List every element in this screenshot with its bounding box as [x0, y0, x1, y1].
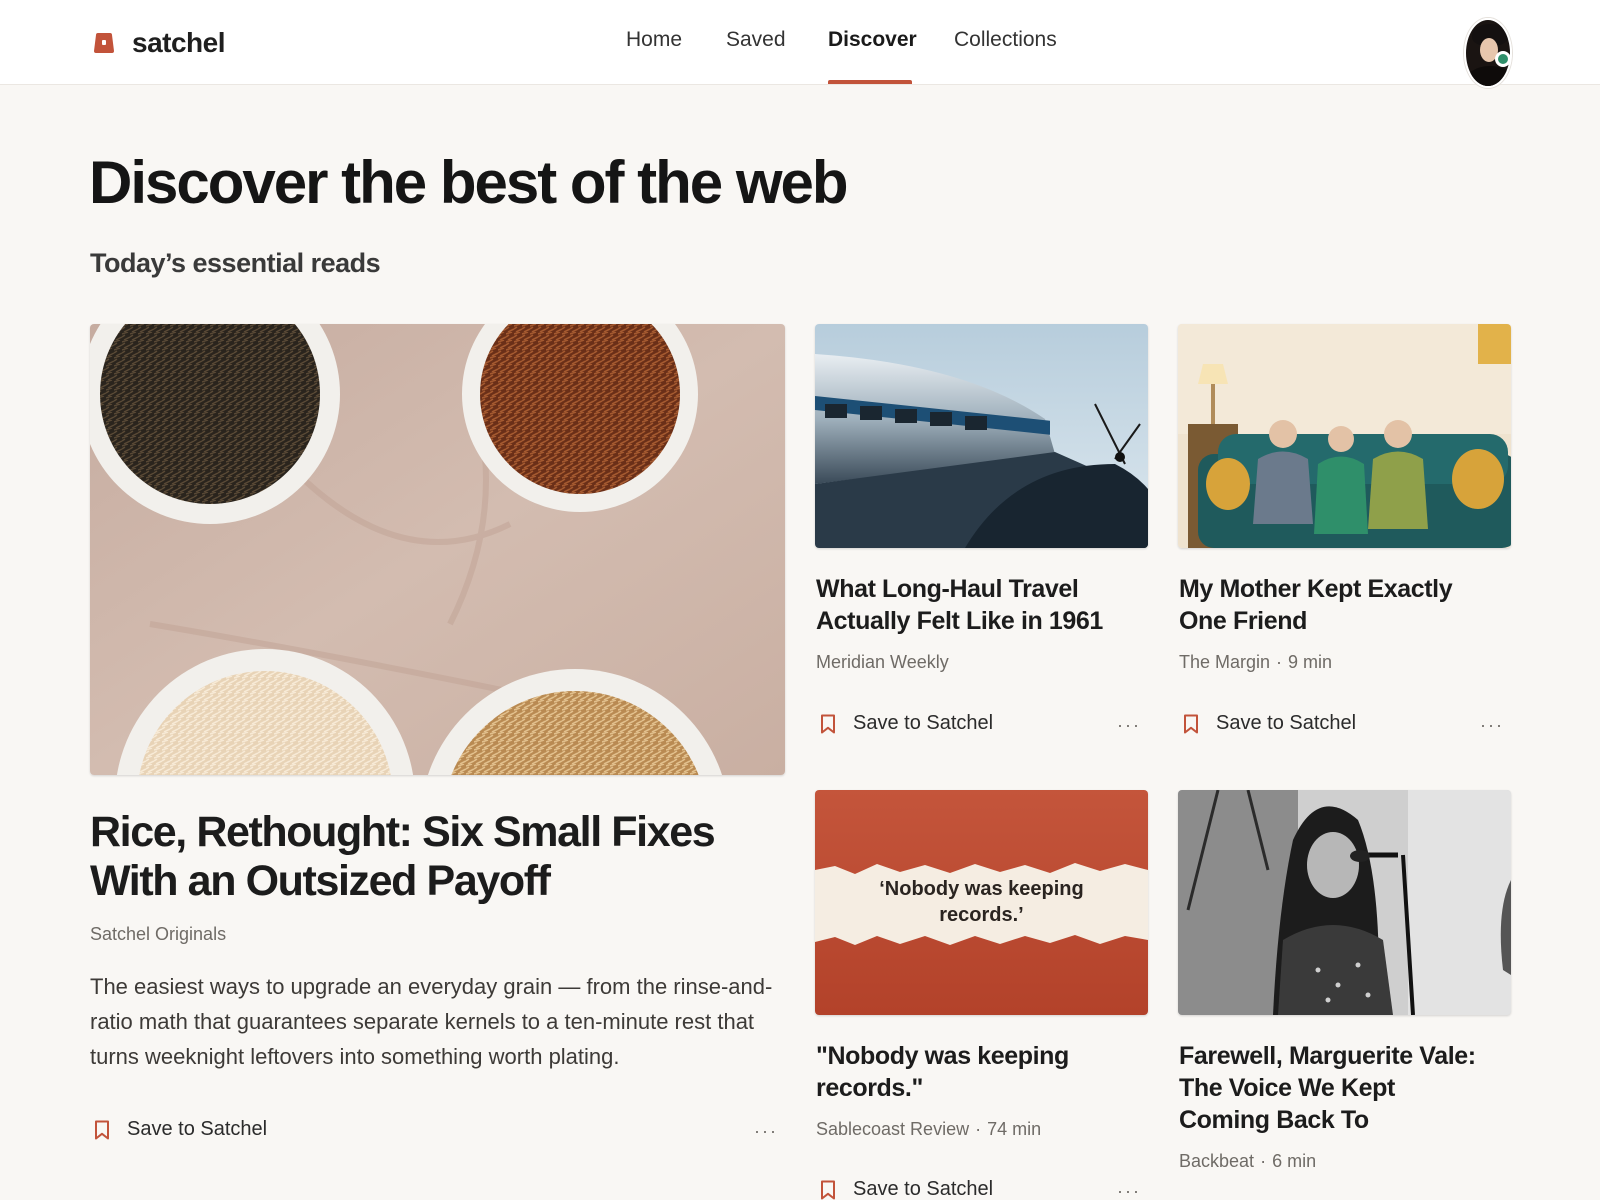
- more-options-button[interactable]: ···: [754, 1122, 778, 1140]
- section-title: Today’s essential reads: [90, 248, 381, 278]
- article-thumbnail[interactable]: [1178, 790, 1511, 1015]
- airplane-image: [815, 324, 1148, 548]
- page-title: Discover the best of the web: [89, 149, 849, 216]
- nav-item-saved[interactable]: Saved: [726, 28, 786, 52]
- featured-title[interactable]: Rice, Rethought: Six Small Fixes With an…: [90, 808, 770, 906]
- more-options-button[interactable]: ···: [1117, 716, 1141, 734]
- main-nav: Home Saved Discover Collections: [0, 0, 1600, 85]
- featured-thumbnail[interactable]: [90, 324, 785, 775]
- article-title[interactable]: Farewell, Marguerite Vale: The Voice We …: [1179, 1040, 1479, 1136]
- save-button[interactable]: Save to Satchel: [91, 1118, 267, 1141]
- save-button-label: Save to Satchel: [853, 1178, 994, 1200]
- save-button-label: Save to Satchel: [127, 1118, 268, 1140]
- read-time: 74 min: [987, 1119, 1042, 1139]
- save-button[interactable]: Save to Satchel: [1180, 712, 1356, 735]
- article-meta: The Margin · 9 min: [1179, 652, 1333, 672]
- bookmark-icon: [1184, 714, 1198, 733]
- save-button-label: Save to Satchel: [853, 712, 994, 734]
- rice-bowls-image: [90, 324, 785, 775]
- more-options-button[interactable]: ···: [1117, 1182, 1141, 1200]
- article-title[interactable]: "Nobody was keeping records.": [816, 1040, 1116, 1104]
- source-name: Satchel Originals: [90, 924, 227, 944]
- article-thumbnail[interactable]: [1178, 324, 1511, 548]
- save-button-label: Save to Satchel: [1216, 712, 1357, 734]
- online-status-dot: [1495, 51, 1511, 67]
- article-meta: Sablecoast Review · 74 min: [816, 1119, 1042, 1139]
- more-options-button[interactable]: ···: [1480, 716, 1504, 734]
- source-name: Backbeat: [1179, 1151, 1255, 1171]
- friends-on-sofa-image: [1178, 324, 1511, 548]
- source-name: Sablecoast Review: [816, 1119, 970, 1139]
- bookmark-icon: [821, 1180, 835, 1199]
- source-name: The Margin: [1179, 652, 1271, 672]
- article-meta: Meridian Weekly: [816, 652, 949, 673]
- active-tab-indicator: [828, 80, 912, 84]
- bookmark-icon: [95, 1120, 109, 1139]
- singer-photo-image: [1178, 790, 1511, 1015]
- article-thumbnail[interactable]: [815, 324, 1148, 548]
- save-button[interactable]: Save to Satchel: [817, 712, 993, 735]
- article-title[interactable]: My Mother Kept Exactly One Friend: [1179, 573, 1499, 637]
- article-thumbnail[interactable]: ‘Nobody was keeping records.’: [815, 790, 1148, 1015]
- featured-description: The easiest ways to upgrade an everyday …: [90, 974, 773, 1069]
- article-meta: Backbeat · 6 min: [1179, 1151, 1317, 1171]
- top-bar: satchel Home Saved Discover Collections: [0, 0, 1600, 88]
- nav-item-home[interactable]: Home: [626, 28, 682, 52]
- save-button[interactable]: Save to Satchel: [817, 1178, 993, 1200]
- featured-source: Satchel Originals: [90, 924, 226, 945]
- thumbnail-quote: ‘Nobody was keeping records.’: [879, 878, 1084, 926]
- article-title[interactable]: What Long-Haul Travel Actually Felt Like…: [816, 573, 1136, 637]
- read-time: 6 min: [1272, 1151, 1317, 1171]
- nav-item-collections[interactable]: Collections: [954, 28, 1057, 52]
- read-time: 9 min: [1288, 652, 1333, 672]
- nav-item-discover[interactable]: Discover: [828, 28, 917, 52]
- bookmark-icon: [821, 714, 835, 733]
- source-name: Meridian Weekly: [816, 652, 949, 672]
